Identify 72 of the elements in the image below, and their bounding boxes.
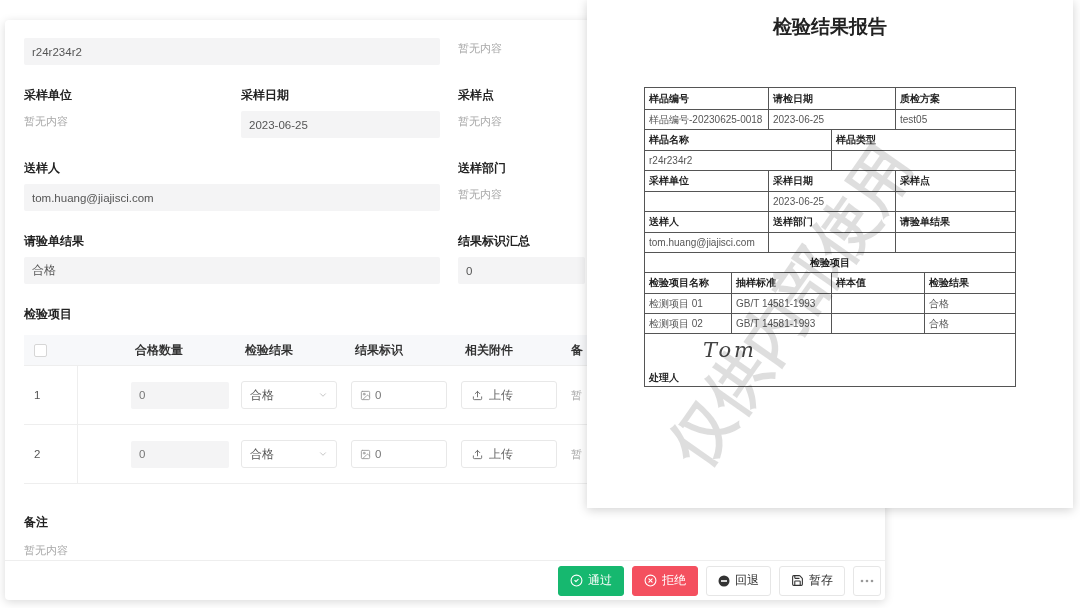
field-label: 送样部门 — [458, 160, 507, 177]
report-value: 样品编号-20230625-0018 — [649, 112, 763, 127]
upload-button[interactable]: 上传 — [461, 440, 557, 468]
report-heading: 采样单位 — [649, 174, 689, 188]
result-mark-field[interactable]: 0 — [351, 381, 447, 409]
select-all-checkbox[interactable] — [34, 343, 47, 357]
row-number: 1 — [34, 389, 41, 401]
column-header: 相关附件 — [465, 342, 513, 358]
upload-icon — [472, 448, 483, 460]
report-value: 合格 — [929, 316, 949, 331]
field-label: 结果标识汇总 — [458, 233, 531, 250]
report-value: 检测项目 01 — [649, 296, 703, 311]
read-only-field: 合格 — [24, 257, 440, 284]
read-only-field: 0 — [458, 257, 585, 284]
report-value: 合格 — [929, 296, 949, 311]
empty-value: 暂无内容 — [458, 114, 502, 129]
image-icon — [360, 448, 371, 460]
report-heading: 样品名称 — [649, 133, 689, 147]
more-icon — [860, 578, 874, 583]
empty-value: 暂无内容 — [458, 41, 502, 56]
column-header: 备 — [571, 342, 583, 358]
upload-icon — [472, 389, 483, 401]
row-number: 2 — [34, 448, 41, 460]
field-label: 备注 — [24, 514, 48, 531]
result-select[interactable]: 合格 — [241, 381, 337, 409]
check-circle-icon — [570, 574, 583, 587]
back-button[interactable]: 回退 — [706, 565, 771, 596]
report-value: tom.huang@jiajisci.com — [649, 237, 755, 248]
report-heading: 质检方案 — [900, 91, 940, 106]
empty-value: 暂无内容 — [458, 187, 502, 202]
image-icon — [360, 389, 371, 401]
result-mark-field[interactable]: 0 — [351, 440, 447, 468]
column-header: 合格数量 — [135, 342, 183, 358]
empty-value: 暂无内容 — [24, 543, 68, 558]
report-heading: 送样部门 — [773, 216, 813, 227]
result-select[interactable]: 合格 — [241, 440, 337, 468]
report-heading: 检验结果 — [929, 276, 969, 290]
field-label: 采样日期 — [241, 87, 290, 104]
read-only-field: r24r234r2 — [24, 38, 440, 65]
field-label: 采样单位 — [24, 87, 73, 104]
quantity-field[interactable]: 0 — [131, 440, 229, 468]
x-circle-icon — [644, 574, 657, 587]
report-value: r24r234r2 — [649, 155, 693, 166]
minus-circle-icon — [718, 574, 730, 587]
more-button[interactable] — [853, 565, 881, 596]
column-header: 检验结果 — [245, 342, 293, 358]
read-only-field: tom.huang@jiajisci.com — [24, 184, 440, 211]
column-header: 结果标识 — [355, 342, 403, 358]
report-heading: 处理人 — [649, 372, 679, 385]
chevron-down-icon — [318, 449, 328, 459]
save-button[interactable]: 暂存 — [779, 565, 845, 596]
report-heading: 送样人 — [649, 215, 679, 229]
chevron-down-icon — [318, 390, 328, 400]
report-heading: 请检日期 — [773, 91, 813, 106]
field-label: 采样点 — [458, 87, 495, 104]
reject-button[interactable]: 拒绝 — [632, 565, 698, 596]
quantity-field[interactable]: 0 — [131, 381, 229, 409]
field-label: 送样人 — [24, 160, 61, 177]
empty-value: 暂 — [571, 387, 582, 403]
report-heading: 采样日期 — [773, 174, 813, 188]
field-label: 请验单结果 — [24, 233, 85, 250]
empty-value: 暂无内容 — [24, 114, 68, 129]
report-value: test05 — [900, 114, 928, 125]
report-value: 2023-06-25 — [773, 114, 825, 125]
report-title: 检验结果报告 — [773, 15, 887, 39]
upload-button[interactable]: 上传 — [461, 381, 557, 409]
report-value: 检测项目 02 — [649, 316, 703, 331]
empty-value: 暂 — [571, 446, 582, 462]
save-icon — [791, 574, 804, 587]
read-only-field: 2023-06-25 — [241, 111, 440, 138]
report-heading: 样品编号 — [649, 91, 689, 106]
report-heading: 检验项目名称 — [649, 276, 709, 290]
